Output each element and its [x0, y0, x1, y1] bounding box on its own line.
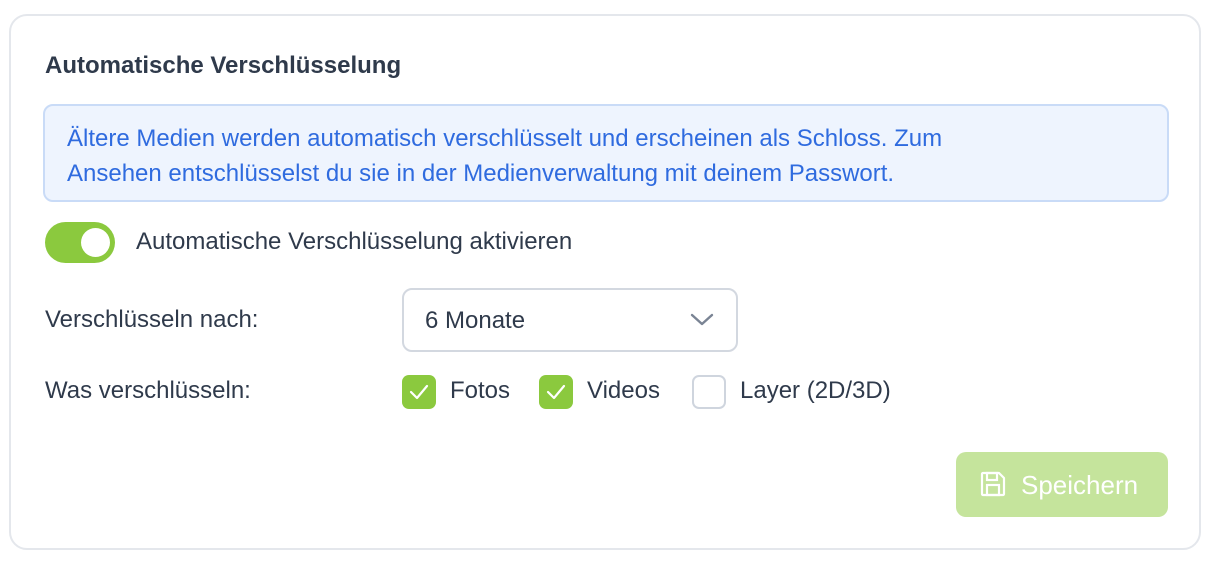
- checkmark-icon: [409, 384, 429, 400]
- checkbox-layer[interactable]: [692, 375, 726, 409]
- checkbox-videos[interactable]: [539, 375, 573, 409]
- checkbox-videos-label: Videos: [587, 377, 660, 404]
- toggle-knob: [81, 228, 110, 257]
- auto-encryption-toggle[interactable]: [45, 222, 115, 263]
- encrypt-after-value: 6 Monate: [425, 307, 526, 334]
- checkbox-fotos-label: Fotos: [450, 377, 511, 404]
- info-text-line-2: Ansehen entschlüsselst du sie in der Med…: [67, 160, 895, 187]
- checkmark-icon: [546, 384, 566, 400]
- what-to-encrypt-label: Was verschlüsseln:: [45, 377, 251, 404]
- encrypt-after-select[interactable]: 6 Monate: [402, 288, 738, 352]
- toggle-label: Automatische Verschlüsselung aktivieren: [136, 228, 573, 255]
- checkbox-fotos[interactable]: [402, 375, 436, 409]
- encrypt-after-label: Verschlüsseln nach:: [45, 306, 259, 333]
- checkbox-layer-label: Layer (2D/3D): [740, 377, 891, 404]
- save-icon: [979, 470, 1007, 503]
- panel-title: Automatische Verschlüsselung: [45, 52, 402, 79]
- chevron-down-icon: [690, 312, 714, 333]
- save-button[interactable]: Speichern: [956, 452, 1168, 517]
- save-button-label: Speichern: [1021, 470, 1139, 500]
- info-text-line-1: Ältere Medien werden automatisch verschl…: [67, 125, 943, 152]
- info-box: Ältere Medien werden automatisch verschl…: [43, 104, 1169, 202]
